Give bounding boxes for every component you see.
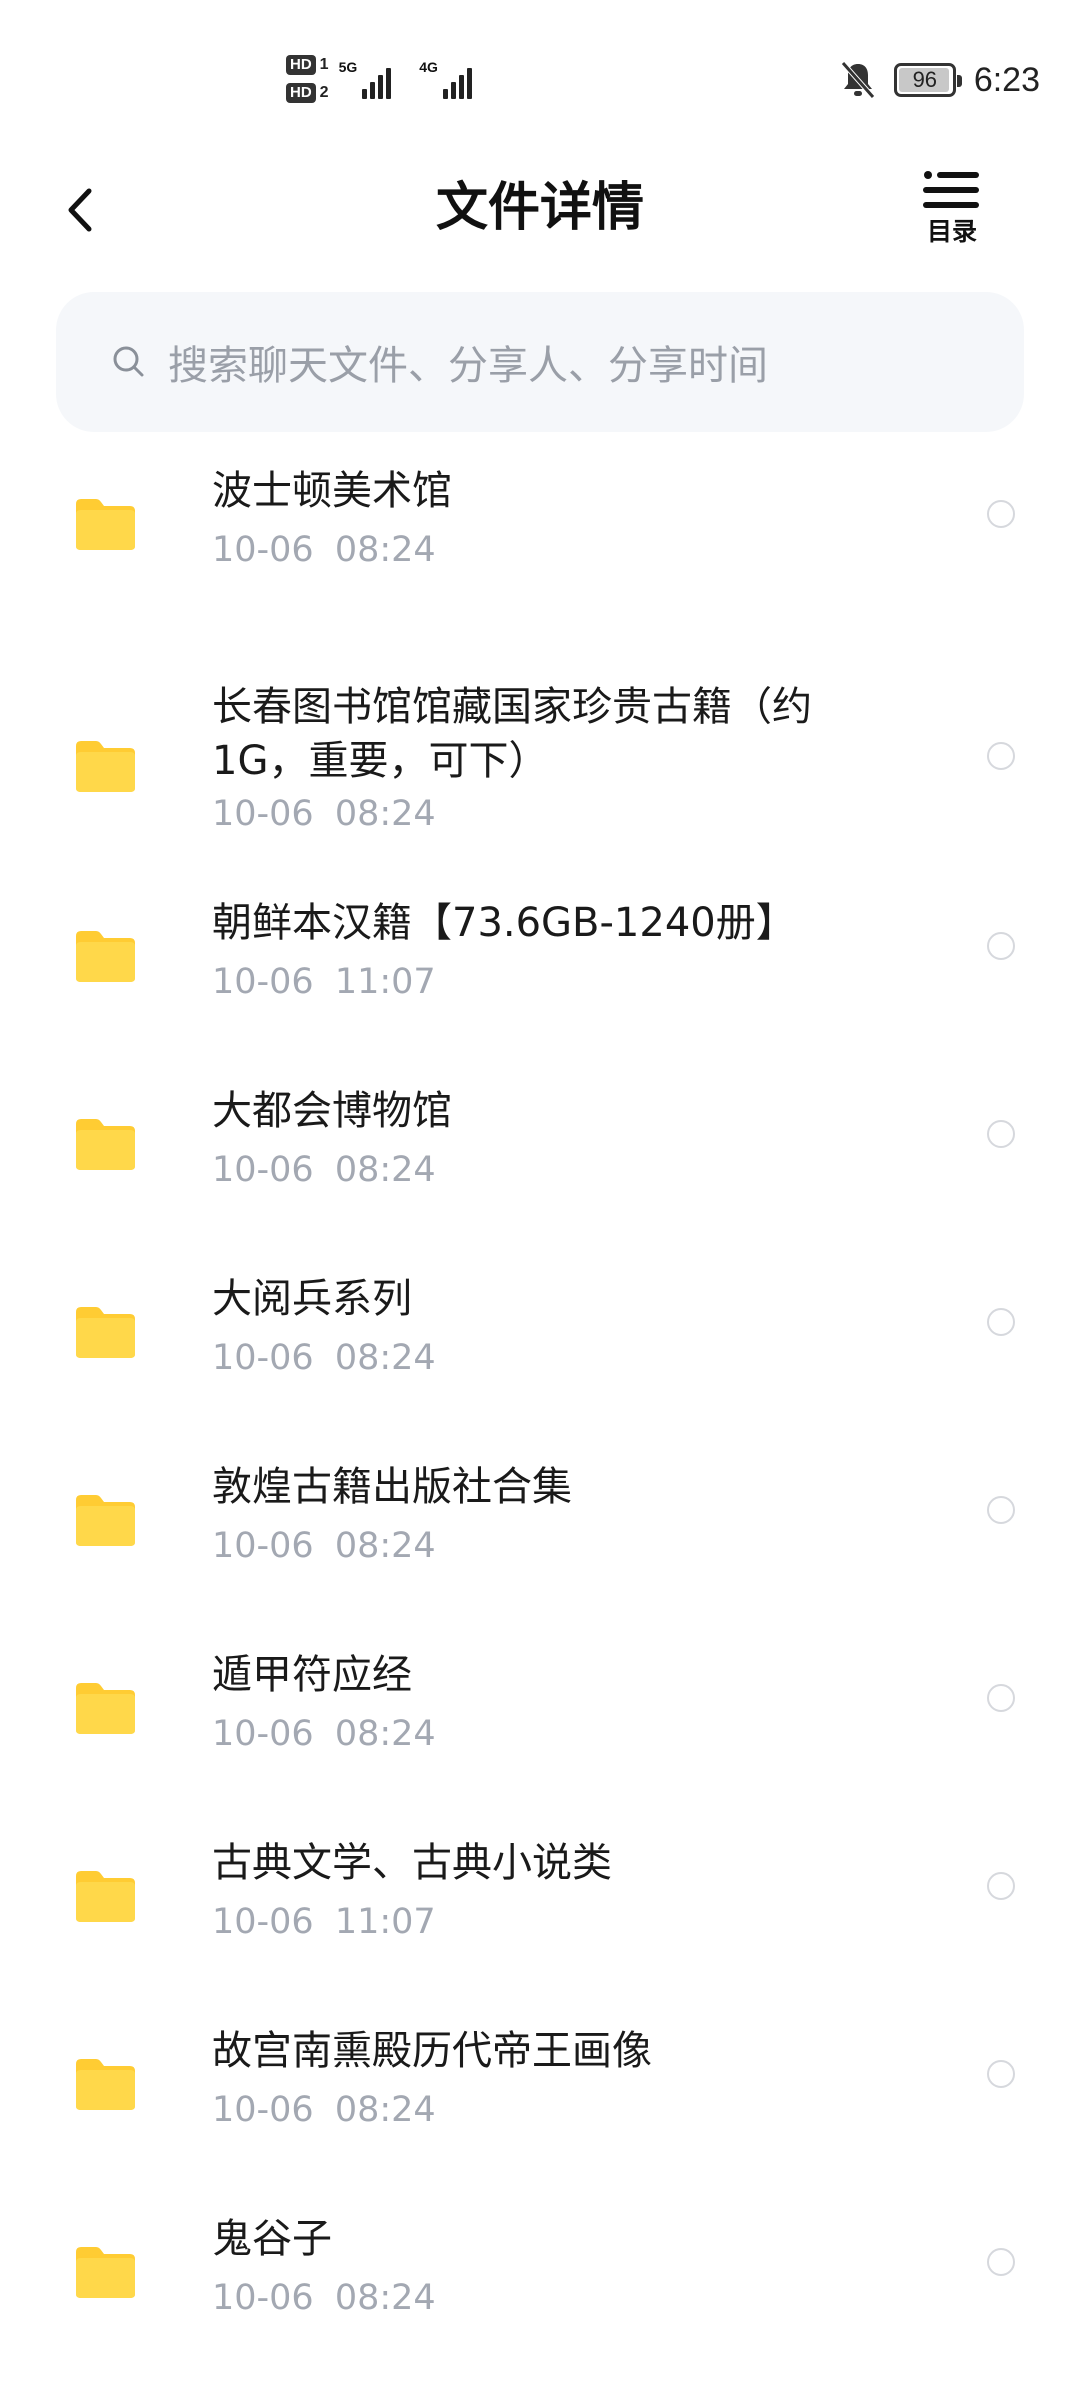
folder-icon xyxy=(72,1116,138,1172)
file-row[interactable]: 敦煌古籍出版社合集 10-06 08:24 xyxy=(0,1428,1080,1616)
hd-badge: HD xyxy=(286,83,316,103)
select-radio[interactable] xyxy=(987,2060,1015,2088)
folder-icon xyxy=(72,2244,138,2300)
signal-icon: 5G xyxy=(339,59,392,99)
file-name: 敦煌古籍出版社合集 xyxy=(212,1464,572,1510)
signal-icon: 4G xyxy=(419,59,472,99)
select-radio[interactable] xyxy=(987,2248,1015,2276)
file-name: 大阅兵系列 xyxy=(212,1276,412,1322)
select-radio[interactable] xyxy=(987,1684,1015,1712)
file-date: 10-06 08:24 xyxy=(212,1526,436,1566)
app-header: 文件详情 目录 xyxy=(0,150,1080,270)
network-indicators: HD 1 HD 2 5G 4G xyxy=(286,44,472,114)
file-row[interactable]: 大阅兵系列 10-06 08:24 xyxy=(0,1240,1080,1428)
file-name: 长春图书馆馆藏国家珍贵古籍（约1G，重要，可下） xyxy=(212,684,812,784)
battery-icon: 96 xyxy=(893,63,962,97)
list-icon xyxy=(923,171,979,208)
file-row[interactable]: 古典文学、古典小说类 10-06 11:07 xyxy=(0,1804,1080,1992)
file-row[interactable]: 故宫南熏殿历代帝王画像 10-06 08:24 xyxy=(0,1992,1080,2180)
file-row[interactable]: 鬼谷子 10-06 08:24 xyxy=(0,2180,1080,2368)
file-date: 10-06 08:24 xyxy=(212,530,436,570)
file-name: 波士顿美术馆 xyxy=(212,468,452,514)
file-name: 大都会博物馆 xyxy=(212,1088,452,1134)
file-row[interactable]: 长春图书馆馆藏国家珍贵古籍（约1G，重要，可下） 10-06 08:24 xyxy=(0,650,1080,864)
folder-icon xyxy=(72,738,138,794)
file-name: 朝鲜本汉籍【73.6GB-1240册】 xyxy=(212,900,796,946)
file-row[interactable]: 波士顿美术馆 10-06 08:24 xyxy=(0,436,1080,650)
file-name: 古典文学、古典小说类 xyxy=(212,1840,612,1886)
file-row[interactable]: 大都会博物馆 10-06 08:24 xyxy=(0,1052,1080,1240)
file-date: 10-06 08:24 xyxy=(212,2278,436,2318)
file-name: 鬼谷子 xyxy=(212,2216,332,2262)
hd-badge: HD xyxy=(286,55,316,75)
file-date: 10-06 08:24 xyxy=(212,1150,436,1190)
search-placeholder: 搜索聊天文件、分享人、分享时间 xyxy=(168,343,768,389)
folder-icon xyxy=(72,1680,138,1736)
folder-icon xyxy=(72,2056,138,2112)
file-date: 10-06 08:24 xyxy=(212,794,436,834)
select-radio[interactable] xyxy=(987,1496,1015,1524)
file-row[interactable]: 朝鲜本汉籍【73.6GB-1240册】 10-06 11:07 xyxy=(0,864,1080,1052)
select-radio[interactable] xyxy=(987,742,1015,770)
search-icon xyxy=(113,346,144,377)
sim-1-label: 1 xyxy=(319,56,329,73)
file-date: 10-06 11:07 xyxy=(212,962,436,1002)
clock: 6:23 xyxy=(973,60,1040,99)
hd-icon: HD 1 HD 2 xyxy=(286,55,329,103)
file-date: 10-06 08:24 xyxy=(212,1338,436,1378)
network-type-4g: 4G xyxy=(419,59,438,75)
file-date: 10-06 08:24 xyxy=(212,1714,436,1754)
search-input[interactable]: 搜索聊天文件、分享人、分享时间 xyxy=(56,292,1024,432)
toc-button[interactable]: 目录 xyxy=(912,170,992,256)
status-right: 96 6:23 xyxy=(840,56,1040,104)
select-radio[interactable] xyxy=(987,932,1015,960)
file-name: 遁甲符应经 xyxy=(212,1652,412,1698)
select-radio[interactable] xyxy=(987,1120,1015,1148)
file-name: 故宫南熏殿历代帝王画像 xyxy=(212,2028,652,2074)
file-row[interactable]: 遁甲符应经 10-06 08:24 xyxy=(0,1616,1080,1804)
file-date: 10-06 11:07 xyxy=(212,1902,436,1942)
folder-icon xyxy=(72,1868,138,1924)
status-bar: HD 1 HD 2 5G 4G 96 6:23 xyxy=(0,0,1080,150)
select-radio[interactable] xyxy=(987,1308,1015,1336)
bell-off-icon xyxy=(840,61,875,99)
file-date: 10-06 08:24 xyxy=(212,2090,436,2130)
select-radio[interactable] xyxy=(987,500,1015,528)
folder-icon xyxy=(72,928,138,984)
folder-icon xyxy=(72,1492,138,1548)
toc-label: 目录 xyxy=(926,217,977,246)
sim-2-label: 2 xyxy=(319,84,329,101)
battery-percent: 96 xyxy=(912,67,938,92)
folder-icon xyxy=(72,1304,138,1360)
select-radio[interactable] xyxy=(987,1872,1015,1900)
folder-icon xyxy=(72,496,138,552)
network-type-5g: 5G xyxy=(338,59,358,75)
